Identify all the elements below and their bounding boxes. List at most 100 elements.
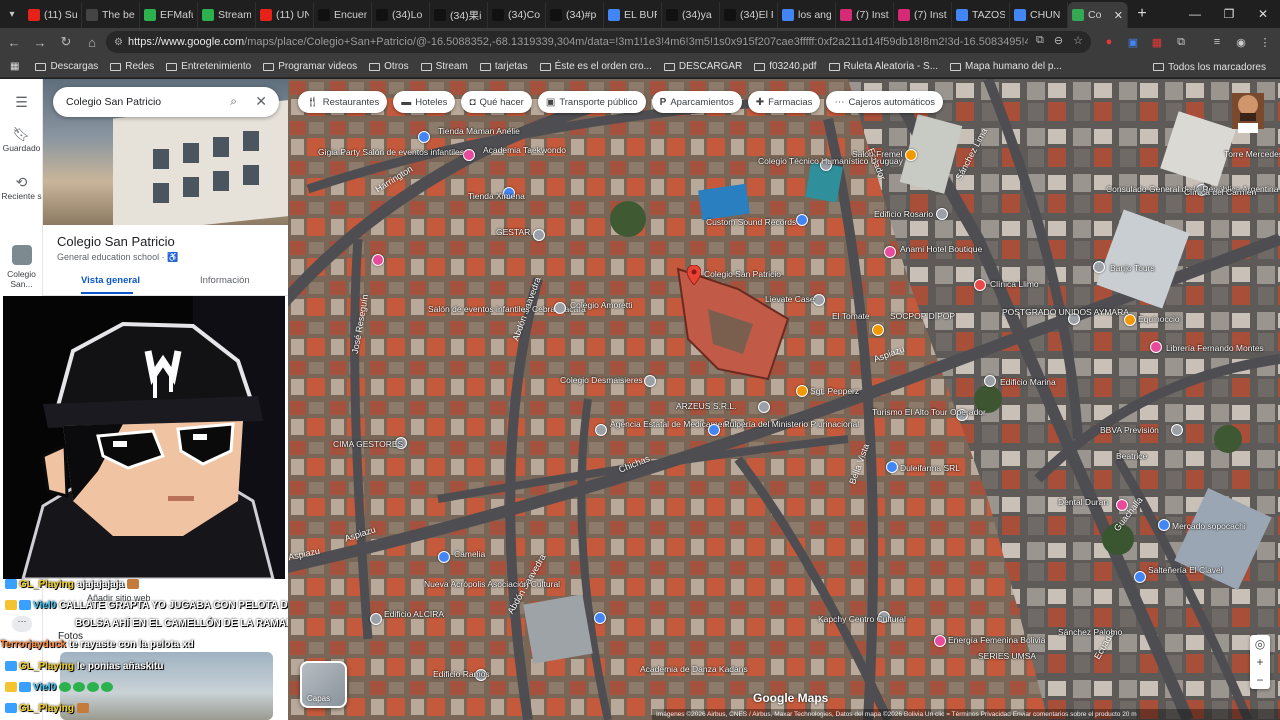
browser-tab[interactable]: (34)Lo [372,2,430,28]
search-icon[interactable]: ⌕ [230,94,237,109]
poi-pin[interactable] [1134,571,1146,583]
browser-tab[interactable]: The be [82,2,140,28]
tab-overview[interactable]: Vista general [81,275,140,286]
poi-pin[interactable] [796,214,808,226]
poi-pin[interactable] [872,324,884,336]
poi-label[interactable]: Mercado sopocachi [1172,521,1246,531]
poi-label[interactable]: Clínica del Carmen [1184,187,1256,197]
poi-label[interactable]: Colegio Desmaisieres [560,375,643,385]
poi-label[interactable]: Turismo El Alto Tour Operador [872,407,986,417]
poi-pin[interactable] [796,385,808,397]
poi-label[interactable]: SOCPOP DIPOP [890,311,955,321]
zoom-in-button[interactable]: + [1256,653,1263,671]
browser-tab[interactable]: TAZOS [952,2,1010,28]
poi-label[interactable]: Camelia [454,549,485,559]
poi-label[interactable]: Custom Sound Records [706,217,796,227]
poi-pin[interactable] [884,246,896,258]
poi-label[interactable]: Edificio Rosario [874,209,933,219]
poi-label[interactable]: Sánchez Palomo [1058,627,1122,637]
bookmark-item[interactable]: DESCARGAR [658,61,748,72]
browser-tab[interactable]: Encuen [314,2,372,28]
recent-place-button[interactable]: Colegio San... [0,245,43,289]
extensions-icon[interactable]: ⧉ [1172,33,1190,51]
poi-pin[interactable] [594,612,606,624]
poi-label[interactable]: Edificio ALCIRA [384,609,444,619]
bookmark-item[interactable]: Stream [415,61,474,72]
poi-label[interactable]: Salteñería El Clavel [1148,565,1223,575]
maximize-icon[interactable]: ❐ [1212,0,1246,28]
back-icon[interactable]: ← [2,30,26,54]
zoom-out-button[interactable]: − [1256,671,1263,689]
poi-label[interactable]: Anami Hotel Boutique [900,244,982,254]
browser-tab[interactable]: (11) Su [24,2,82,28]
chip-pharmacies[interactable]: ✚ Farmacias [747,91,821,113]
bookmark-item[interactable]: tarjetas [474,61,534,72]
poi-pin[interactable] [1171,424,1183,436]
close-window-icon[interactable]: ✕ [1246,0,1280,28]
install-icon[interactable]: ⧉ [1036,34,1044,47]
poi-label[interactable]: Librería Fernando Montes [1166,343,1264,353]
poi-label[interactable]: Colegio Amoretti [570,300,632,310]
poi-pin[interactable] [533,229,545,241]
new-tab-button[interactable]: + [1128,5,1156,23]
poi-pin[interactable] [463,149,475,161]
bookmark-item[interactable]: Programar videos [257,61,363,72]
poi-label[interactable]: Academia Taekwondo [483,145,566,155]
poi-pin[interactable] [1124,314,1136,326]
menu-button[interactable]: ☰ [0,95,43,111]
apps-icon[interactable]: ▦ [0,61,29,72]
poi-label[interactable]: Edificio Marina [1000,377,1056,387]
home-icon[interactable]: ⌂ [80,30,104,54]
browser-tab[interactable]: Co ✕ [1068,2,1128,28]
poi-label[interactable]: Pulpería del Ministerio Plurinacional [724,419,859,429]
bookmark-item[interactable]: Ruleta Aleatoria - S... [823,61,945,72]
poi-label[interactable]: POSTGRADO UNIDOS AYMARA [1002,307,1129,317]
poi-label[interactable]: Edificio Ramos [433,669,490,679]
browser-tab[interactable]: EFMafu [140,2,198,28]
poi-label[interactable]: Colegio Técnico Humanístico Uruguay [758,156,903,166]
poi-pin[interactable] [370,613,382,625]
poi-label[interactable]: Beatrice [1116,451,1147,461]
browser-tab[interactable]: (34)#p [546,2,604,28]
bookmark-item[interactable]: Éste es el orden cro... [534,61,658,72]
poi-pin[interactable] [936,208,948,220]
poi-pin[interactable] [905,149,917,161]
bookmark-item[interactable]: Descargas [29,61,104,72]
locate-icon[interactable]: ◎ [1255,635,1265,653]
browser-tab[interactable]: EL BUR [604,2,662,28]
poi-label[interactable]: Tienda Ximena [468,191,525,201]
poi-pin[interactable] [1158,519,1170,531]
browser-tab[interactable]: (34)果i [430,2,488,28]
poi-label[interactable]: Banjo Tours [1110,263,1155,273]
all-bookmarks[interactable]: Todos los marcadores [1147,56,1272,78]
menu-icon[interactable]: ⋮ [1256,33,1274,51]
poi-label[interactable]: Energía Femenina Bolivia [948,635,1045,645]
poi-pin[interactable] [1116,499,1128,511]
selected-place-pin-icon[interactable] [687,265,701,285]
poi-pin[interactable] [372,254,384,266]
satellite-map[interactable]: Harrington José Reseguín Abdón Saavedra … [288,79,1280,720]
browser-tab[interactable]: (7) Inst [894,2,952,28]
poi-label[interactable]: BBVA Previsión [1100,425,1159,435]
chip-things-to-do[interactable]: ◘ Qué hacer [461,91,532,113]
browser-tab[interactable]: Stream [198,2,256,28]
tab-info[interactable]: Información [200,275,250,286]
poi-pin[interactable] [886,461,898,473]
poi-label[interactable]: Tienda Maman Anélie [438,126,520,136]
bookmark-item[interactable]: Otros [363,61,414,72]
poi-pin[interactable] [595,424,607,436]
poi-label[interactable]: Nueva Acrópolis Asociación Cultural [424,579,560,589]
poi-label[interactable]: Sgt. Pepperz [810,386,859,396]
reload-icon[interactable]: ↻ [54,30,78,54]
poi-pin[interactable] [554,302,566,314]
poi-label[interactable]: Equinoccio [1138,314,1180,324]
extension-icon[interactable]: ● [1100,33,1118,51]
tab-close-icon[interactable]: ✕ [1114,9,1123,22]
poi-label[interactable]: Kapchy Centro Cultural [818,614,906,624]
poi-pin[interactable] [1150,341,1162,353]
poi-label[interactable]: Lievate Case [765,294,815,304]
browser-tab[interactable]: (34)El P [720,2,778,28]
poi-label-main[interactable]: Colegio San Patricio [704,269,781,279]
poi-pin[interactable] [708,424,720,436]
poi-label[interactable]: GESTAR [496,227,530,237]
